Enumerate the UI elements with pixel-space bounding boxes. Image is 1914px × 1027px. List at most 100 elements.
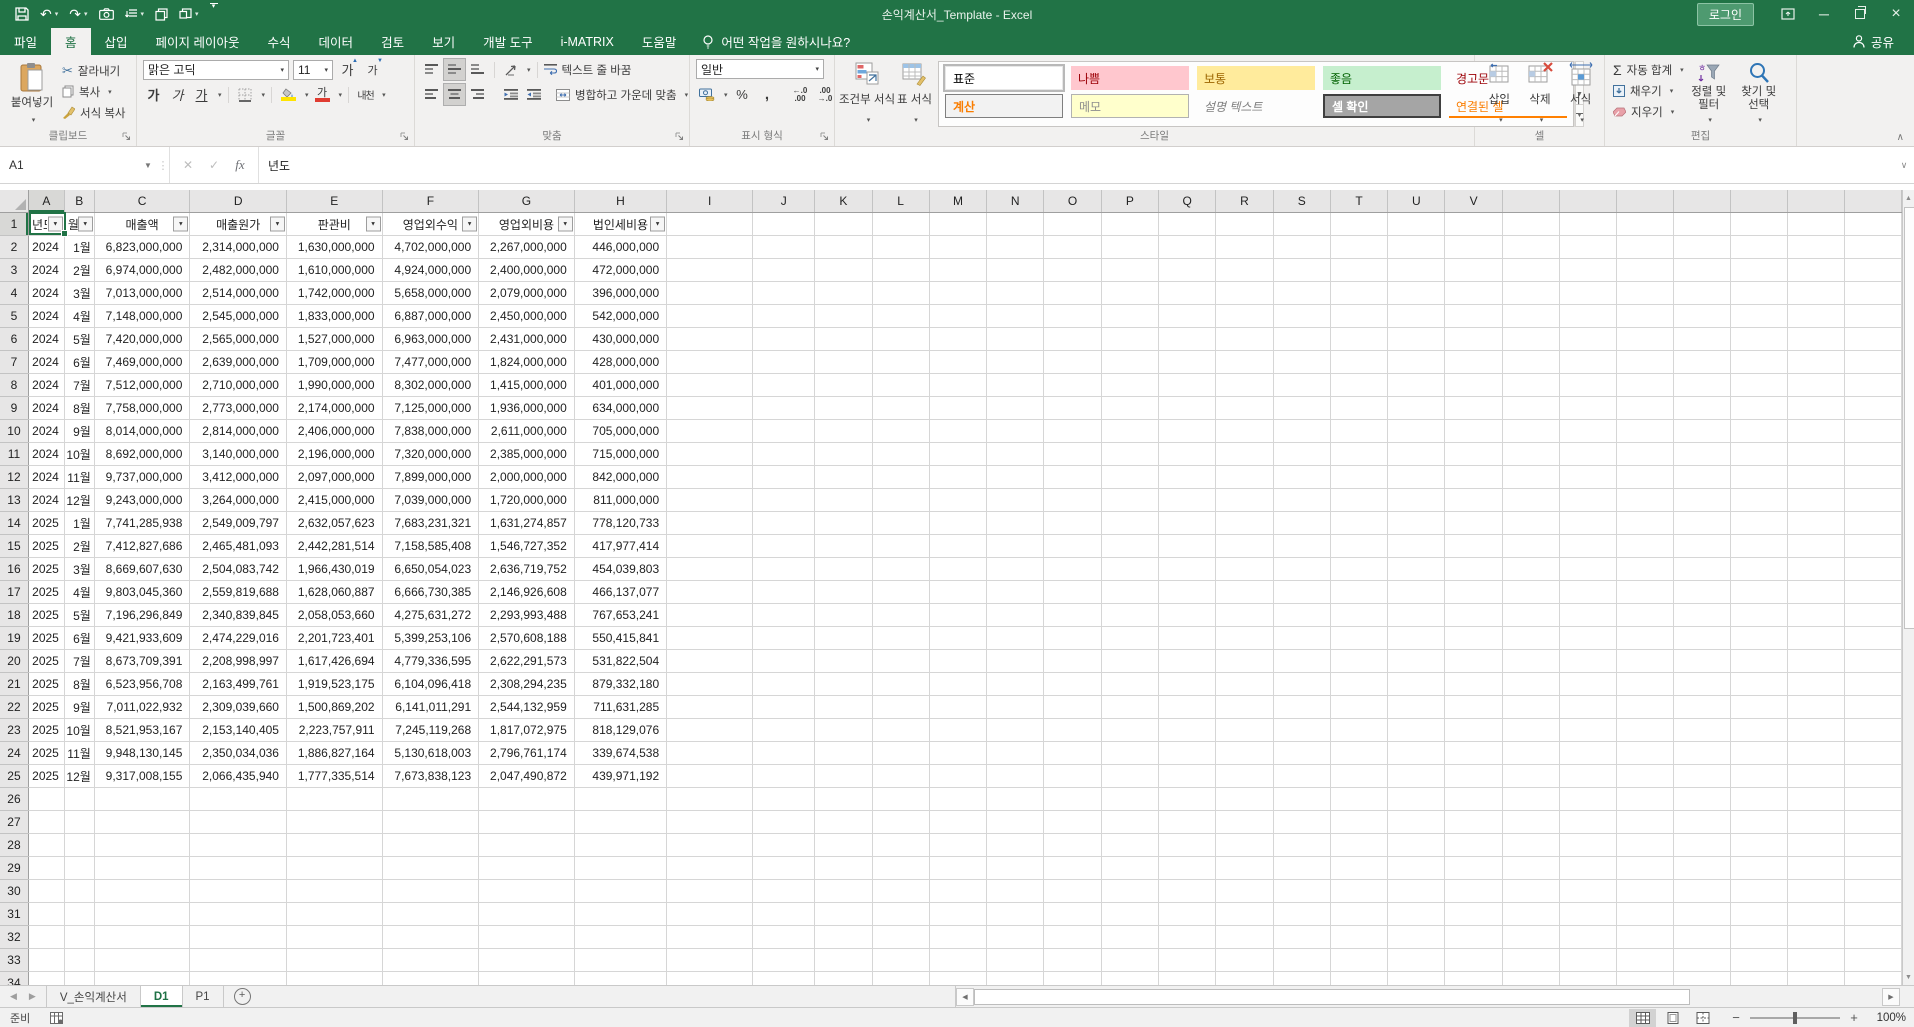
cell[interactable] [1159,489,1216,512]
cell[interactable] [1044,834,1101,857]
cell[interactable] [479,788,575,811]
fill-handle[interactable] [61,230,68,237]
format-cells-button[interactable]: 서식 ▾ [1566,59,1596,129]
cell[interactable] [479,880,575,903]
cell-G12[interactable]: 2,000,000,000 [479,466,575,489]
cell[interactable] [1101,420,1158,443]
cell[interactable] [667,489,753,512]
cell-C7[interactable]: 7,469,000,000 [94,351,190,374]
cell-H2[interactable]: 446,000,000 [574,236,666,259]
cell[interactable] [1502,788,1559,811]
cell[interactable] [574,972,666,986]
cell-C24[interactable]: 9,948,130,145 [94,742,190,765]
cell[interactable] [1673,604,1730,627]
cell[interactable] [1101,673,1158,696]
cell[interactable] [1673,742,1730,765]
cell[interactable] [1273,903,1330,926]
cell[interactable] [929,880,986,903]
cell[interactable] [929,305,986,328]
cell[interactable] [929,581,986,604]
column-header-blank-22[interactable] [1502,190,1559,213]
cell[interactable] [1787,443,1844,466]
middle-align-button[interactable] [444,59,465,80]
cell[interactable] [28,857,64,880]
cell[interactable] [1159,880,1216,903]
cell-F4[interactable]: 5,658,000,000 [382,282,479,305]
cell-F21[interactable]: 6,104,096,418 [382,673,479,696]
column-header-blank-23[interactable] [1559,190,1616,213]
cell-H8[interactable]: 401,000,000 [574,374,666,397]
cell[interactable] [1787,788,1844,811]
cell[interactable] [1388,857,1445,880]
cell[interactable] [382,926,479,949]
cell-A13[interactable]: 2024 [28,489,64,512]
cell[interactable] [1844,466,1901,489]
cell[interactable] [1388,213,1445,236]
row-header-28[interactable]: 28 [0,834,28,857]
cancel-entry-button[interactable]: ✕ [176,158,200,172]
cell-B6[interactable]: 5월 [64,328,94,351]
cell-E10[interactable]: 2,406,000,000 [286,420,382,443]
cell[interactable] [574,880,666,903]
cell[interactable] [1616,374,1673,397]
cell[interactable] [1502,443,1559,466]
cell[interactable] [1159,581,1216,604]
autosum-button[interactable]: Σ 자동 합계 ▾ [1613,59,1684,80]
cell[interactable] [815,765,872,788]
fill-button[interactable]: 채우기 ▾ [1613,80,1684,101]
cell[interactable] [1388,926,1445,949]
cell[interactable] [286,972,382,986]
cell-G5[interactable]: 2,450,000,000 [479,305,575,328]
column-header-O[interactable]: O [1044,190,1101,213]
cell[interactable] [1159,351,1216,374]
cell[interactable] [1559,282,1616,305]
cell[interactable] [1787,604,1844,627]
cell[interactable] [1273,512,1330,535]
ribbon-tab-insert[interactable]: 삽입 [91,28,142,55]
cell[interactable] [479,949,575,972]
row-header-11[interactable]: 11 [0,443,28,466]
cell[interactable] [1730,374,1787,397]
cell[interactable] [1559,788,1616,811]
cell-A21[interactable]: 2025 [28,673,64,696]
cell[interactable] [1787,420,1844,443]
cell[interactable] [987,305,1044,328]
cell-F17[interactable]: 6,666,730,385 [382,581,479,604]
font-color-button[interactable]: 가 [312,84,333,105]
cell[interactable] [929,926,986,949]
cell[interactable] [1673,972,1730,986]
cell[interactable] [753,949,815,972]
cell[interactable] [1445,719,1502,742]
cell[interactable] [1787,811,1844,834]
cell[interactable] [1844,604,1901,627]
cell[interactable] [987,788,1044,811]
cell[interactable] [872,949,929,972]
cell[interactable] [1787,489,1844,512]
cell[interactable] [286,811,382,834]
cell[interactable] [1330,949,1387,972]
cell[interactable] [1388,259,1445,282]
cell[interactable] [987,397,1044,420]
cell[interactable] [1730,857,1787,880]
cell[interactable] [1559,926,1616,949]
cell[interactable] [1101,834,1158,857]
cell-F24[interactable]: 5,130,618,003 [382,742,479,765]
row-header-23[interactable]: 23 [0,719,28,742]
cell[interactable] [1559,443,1616,466]
cell[interactable] [815,834,872,857]
cell[interactable] [1388,328,1445,351]
cell-G24[interactable]: 2,796,761,174 [479,742,575,765]
cell[interactable] [1787,558,1844,581]
cell[interactable] [1445,857,1502,880]
cell-D15[interactable]: 2,465,481,093 [190,535,287,558]
cell[interactable] [987,282,1044,305]
cell[interactable] [667,466,753,489]
confirm-entry-button[interactable]: ✓ [202,158,226,172]
cell[interactable] [1101,351,1158,374]
cell-C23[interactable]: 8,521,953,167 [94,719,190,742]
scroll-left-button[interactable]: ◀ [956,988,974,1006]
cell[interactable] [815,397,872,420]
column-header-blank-27[interactable] [1787,190,1844,213]
cell[interactable] [987,742,1044,765]
column-header-J[interactable]: J [753,190,815,213]
